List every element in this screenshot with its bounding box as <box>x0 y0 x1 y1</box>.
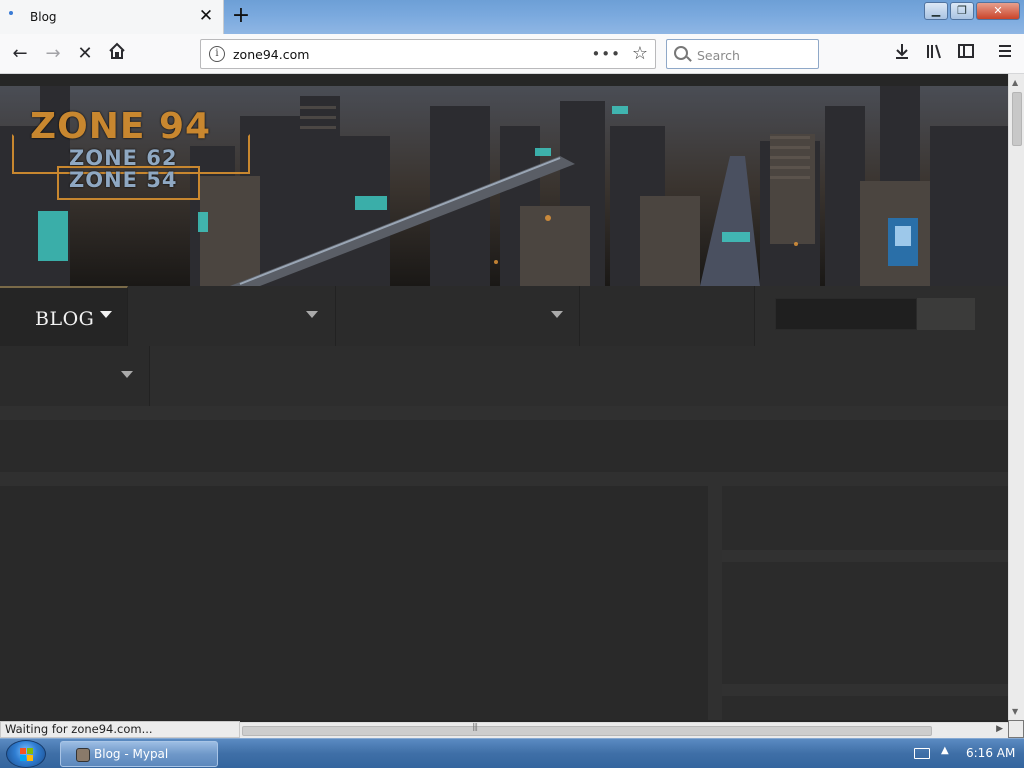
logo-subtitle-1: ZONE 62 <box>69 146 178 170</box>
scroll-right-icon[interactable]: ▶ <box>996 724 1003 734</box>
loading-dot-icon <box>9 11 13 15</box>
stop-loading-button[interactable]: ✕ <box>73 42 97 66</box>
sidebar-widget <box>722 486 1008 550</box>
nav-item-blog[interactable]: BLOG <box>0 286 128 346</box>
chevron-down-icon <box>100 311 112 318</box>
section-divider <box>0 472 1008 486</box>
new-tab-button[interactable]: + <box>230 5 252 27</box>
bookmark-star-icon[interactable]: ☆ <box>632 43 648 64</box>
menu-button[interactable] <box>993 42 1017 66</box>
browser-window: { "browser": { "tab_title": "Blog", "url… <box>0 0 1024 768</box>
tab-close-icon[interactable]: ✕ <box>197 6 215 26</box>
widget-divider <box>722 684 1008 696</box>
tab-strip: Blog ✕ + ▁ ❐ ✕ <box>0 0 1024 34</box>
forward-button[interactable]: → <box>41 42 65 66</box>
logo-title: ZONE 94 <box>30 106 212 147</box>
scroll-up-icon[interactable]: ▲ <box>1012 78 1018 87</box>
windows-logo-icon <box>20 748 33 761</box>
tab-title: Blog <box>30 10 57 24</box>
tray-expand-icon[interactable]: ▲ <box>941 745 949 756</box>
windows-taskbar: Blog - Mypal ▲ 6:16 AM <box>0 738 1024 768</box>
downloads-button[interactable] <box>890 42 914 66</box>
column-gutter <box>708 486 722 720</box>
search-input[interactable] <box>697 46 813 64</box>
horizontal-scrollbar[interactable]: ||| ▶ <box>240 722 1008 738</box>
search-icon <box>674 46 688 60</box>
sidebar-button[interactable] <box>954 42 978 66</box>
site-nav-menu: BLOG <box>0 286 1008 406</box>
chevron-down-icon <box>551 311 563 318</box>
library-button[interactable] <box>922 42 946 66</box>
minimize-button[interactable]: ▁ <box>924 2 948 20</box>
keyboard-icon[interactable] <box>914 748 930 759</box>
sidebar-widget <box>722 696 1008 720</box>
tab-blog[interactable]: Blog ✕ <box>0 0 224 34</box>
logo-subtitle-2: ZONE 54 <box>69 168 178 192</box>
navigation-toolbar: ← → ✕ i zone94.com ••• ☆ <box>0 34 1024 74</box>
chevron-down-icon <box>306 311 318 318</box>
main-content-area <box>0 486 708 720</box>
page-viewport: ZONE 94 ZONE 62 ZONE 54 BLOG <box>0 74 1008 720</box>
status-bar: Waiting for zone94.com... <box>0 721 240 738</box>
page-actions-icon[interactable]: ••• <box>591 45 621 63</box>
sidebar-widget <box>722 562 1008 684</box>
hamburger-menu-icon <box>999 45 1011 57</box>
home-button[interactable] <box>105 42 129 66</box>
mypal-app-icon <box>76 748 90 762</box>
restore-button[interactable]: ❐ <box>950 2 974 20</box>
nav-item-3[interactable] <box>336 286 580 346</box>
vertical-scrollbar[interactable]: ▲ ▼ <box>1008 74 1024 720</box>
site-search-input[interactable] <box>775 298 917 330</box>
site-info-icon[interactable]: i <box>209 46 225 62</box>
window-controls: ▁ ❐ ✕ <box>924 2 1020 22</box>
home-icon <box>109 42 125 59</box>
nav-item-2[interactable] <box>128 286 336 346</box>
taskbar-window-label: Blog - Mypal <box>94 747 169 761</box>
breadcrumb-bar <box>0 420 1008 472</box>
nav-item-label: BLOG <box>35 308 95 330</box>
nav-item-4[interactable] <box>580 286 755 346</box>
scroll-down-icon[interactable]: ▼ <box>1012 707 1018 716</box>
url-bar[interactable]: i zone94.com ••• ☆ <box>200 39 656 69</box>
search-box[interactable] <box>666 39 819 69</box>
download-icon <box>896 44 908 59</box>
scroll-grip-icon: ||| <box>472 722 478 731</box>
widget-divider <box>722 550 1008 562</box>
url-text[interactable]: zone94.com <box>233 47 309 62</box>
site-logo[interactable]: ZONE 94 ZONE 62 ZONE 54 <box>12 106 252 202</box>
nav-item-5[interactable] <box>0 346 150 406</box>
back-button[interactable]: ← <box>8 42 32 66</box>
taskbar-window-button[interactable]: Blog - Mypal <box>60 741 218 767</box>
scroll-thumb[interactable] <box>1012 92 1022 146</box>
chevron-down-icon <box>121 371 133 378</box>
header-banner: ZONE 94 ZONE 62 ZONE 54 <box>0 86 1008 286</box>
library-icon <box>927 44 941 59</box>
system-clock[interactable]: 6:16 AM <box>966 746 1015 760</box>
start-button[interactable] <box>6 740 46 768</box>
scroll-thumb[interactable] <box>242 726 932 736</box>
section-divider <box>0 406 1008 420</box>
close-window-button[interactable]: ✕ <box>976 2 1020 20</box>
site-search-button[interactable] <box>917 298 975 330</box>
scroll-corner <box>1008 720 1024 738</box>
sidebar-icon <box>958 44 974 58</box>
